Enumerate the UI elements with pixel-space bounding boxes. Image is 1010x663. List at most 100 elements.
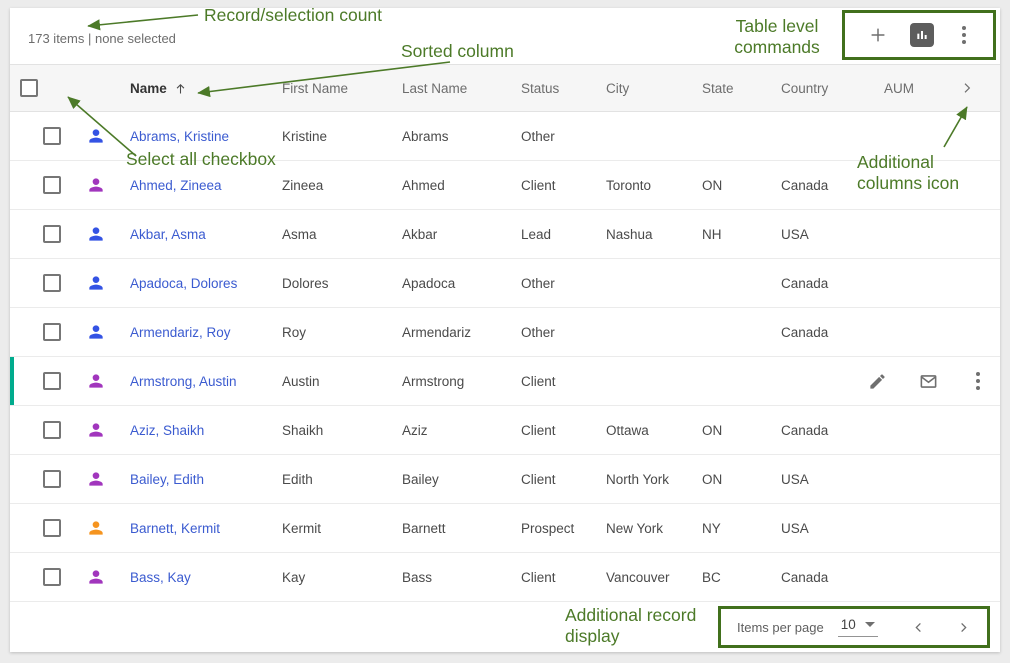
cell-country: Canada bbox=[771, 570, 874, 585]
contact-name-link[interactable]: Armendariz, Roy bbox=[130, 325, 231, 340]
cell-city: Ottawa bbox=[596, 423, 692, 438]
table-toolbar: 173 items | none selected bbox=[10, 8, 1000, 64]
table-row[interactable]: Armstrong, Austin Austin Armstrong Clien… bbox=[10, 357, 1000, 406]
row-checkbox[interactable] bbox=[43, 372, 61, 390]
row-more-options-icon[interactable] bbox=[970, 370, 986, 392]
person-icon bbox=[86, 567, 106, 587]
plus-icon bbox=[867, 24, 889, 46]
email-envelope-icon[interactable] bbox=[919, 372, 938, 391]
table-row[interactable]: Bass, Kay Kay Bass Client Vancouver BC C… bbox=[10, 553, 1000, 602]
cell-first-name: Austin bbox=[272, 374, 392, 389]
row-checkbox[interactable] bbox=[43, 176, 61, 194]
chevron-right-icon bbox=[959, 80, 975, 96]
column-header-first-name[interactable]: First Name bbox=[272, 81, 392, 96]
table-row[interactable]: Ahmed, Zineea Zineea Ahmed Client Toront… bbox=[10, 161, 1000, 210]
contact-name-link[interactable]: Abrams, Kristine bbox=[130, 129, 229, 144]
cell-status: Client bbox=[511, 374, 596, 389]
contact-name-link[interactable]: Bailey, Edith bbox=[130, 472, 204, 487]
record-selection-count: 173 items | none selected bbox=[28, 31, 176, 46]
row-checkbox[interactable] bbox=[43, 127, 61, 145]
contact-name-link[interactable]: Apadoca, Dolores bbox=[130, 276, 237, 291]
cell-state: ON bbox=[692, 178, 771, 193]
row-checkbox[interactable] bbox=[43, 225, 61, 243]
bar-chart-icon bbox=[914, 27, 930, 43]
column-header-name[interactable]: Name bbox=[120, 81, 272, 96]
contact-name-link[interactable]: Ahmed, Zineea bbox=[130, 178, 222, 193]
items-per-page-label: Items per page bbox=[737, 620, 824, 635]
table-level-commands bbox=[842, 10, 996, 60]
person-icon bbox=[86, 224, 106, 244]
cell-country: Canada bbox=[771, 325, 874, 340]
contact-name-link[interactable]: Akbar, Asma bbox=[130, 227, 206, 242]
cell-first-name: Edith bbox=[272, 472, 392, 487]
cell-status: Other bbox=[511, 276, 596, 291]
additional-columns-button[interactable] bbox=[934, 80, 1000, 96]
chart-view-button[interactable] bbox=[910, 23, 934, 47]
column-header-city[interactable]: City bbox=[596, 81, 692, 96]
edit-pencil-icon[interactable] bbox=[868, 372, 887, 391]
contact-name-link[interactable]: Barnett, Kermit bbox=[130, 521, 220, 536]
row-checkbox[interactable] bbox=[43, 421, 61, 439]
page-size-value: 10 bbox=[841, 617, 856, 632]
cell-status: Prospect bbox=[511, 521, 596, 536]
person-icon bbox=[86, 518, 106, 538]
column-header-status[interactable]: Status bbox=[511, 81, 596, 96]
table-more-options-button[interactable] bbox=[956, 24, 972, 46]
cell-first-name: Kristine bbox=[272, 129, 392, 144]
cell-city: Toronto bbox=[596, 178, 692, 193]
cell-first-name: Dolores bbox=[272, 276, 392, 291]
cell-state: NH bbox=[692, 227, 771, 242]
cell-status: Lead bbox=[511, 227, 596, 242]
table-row[interactable]: Bailey, Edith Edith Bailey Client North … bbox=[10, 455, 1000, 504]
row-checkbox[interactable] bbox=[43, 323, 61, 341]
cell-status: Other bbox=[511, 129, 596, 144]
cell-first-name: Asma bbox=[272, 227, 392, 242]
select-all-checkbox[interactable] bbox=[20, 79, 38, 97]
caret-down-icon bbox=[865, 622, 875, 627]
page-size-dropdown[interactable]: 10 bbox=[838, 617, 878, 637]
column-header-state[interactable]: State bbox=[692, 81, 771, 96]
sort-ascending-icon bbox=[173, 81, 188, 96]
table-row[interactable]: Barnett, Kermit Kermit Barnett Prospect … bbox=[10, 504, 1000, 553]
cell-country: Canada bbox=[771, 423, 874, 438]
contact-name-link[interactable]: Bass, Kay bbox=[130, 570, 191, 585]
cell-state: BC bbox=[692, 570, 771, 585]
row-checkbox[interactable] bbox=[43, 519, 61, 537]
cell-last-name: Abrams bbox=[392, 129, 511, 144]
cell-city: New York bbox=[596, 521, 692, 536]
person-icon bbox=[86, 371, 106, 391]
row-checkbox[interactable] bbox=[43, 470, 61, 488]
pagination-controls: Items per page 10 bbox=[718, 606, 990, 648]
table-row[interactable]: Abrams, Kristine Kristine Abrams Other bbox=[10, 112, 1000, 161]
column-header-last-name[interactable]: Last Name bbox=[392, 81, 511, 96]
chevron-right-icon bbox=[962, 623, 966, 631]
table-row[interactable]: Aziz, Shaikh Shaikh Aziz Client Ottawa O… bbox=[10, 406, 1000, 455]
cell-first-name: Shaikh bbox=[272, 423, 392, 438]
person-icon bbox=[86, 469, 106, 489]
contact-name-link[interactable]: Aziz, Shaikh bbox=[130, 423, 204, 438]
contact-name-link[interactable]: Armstrong, Austin bbox=[130, 374, 237, 389]
cell-status: Other bbox=[511, 325, 596, 340]
table-row[interactable]: Apadoca, Dolores Dolores Apadoca Other C… bbox=[10, 259, 1000, 308]
contact-list-card: 173 items | none selected Name bbox=[10, 8, 1000, 652]
row-checkbox[interactable] bbox=[43, 568, 61, 586]
cell-status: Client bbox=[511, 472, 596, 487]
table-row[interactable]: Akbar, Asma Asma Akbar Lead Nashua NH US… bbox=[10, 210, 1000, 259]
cell-city: North York bbox=[596, 472, 692, 487]
add-record-button[interactable] bbox=[867, 24, 889, 46]
row-actions bbox=[868, 357, 986, 405]
cell-first-name: Kay bbox=[272, 570, 392, 585]
column-header-country[interactable]: Country bbox=[771, 81, 874, 96]
cell-country: USA bbox=[771, 227, 874, 242]
cell-status: Client bbox=[511, 178, 596, 193]
cell-last-name: Armstrong bbox=[392, 374, 511, 389]
table-row[interactable]: Armendariz, Roy Roy Armendariz Other Can… bbox=[10, 308, 1000, 357]
cell-status: Client bbox=[511, 423, 596, 438]
next-page-button[interactable] bbox=[956, 620, 971, 635]
column-header-aum[interactable]: AUM bbox=[874, 81, 934, 96]
cell-last-name: Bass bbox=[392, 570, 511, 585]
chevron-left-icon bbox=[916, 623, 920, 631]
cell-last-name: Ahmed bbox=[392, 178, 511, 193]
row-checkbox[interactable] bbox=[43, 274, 61, 292]
previous-page-button[interactable] bbox=[911, 620, 926, 635]
